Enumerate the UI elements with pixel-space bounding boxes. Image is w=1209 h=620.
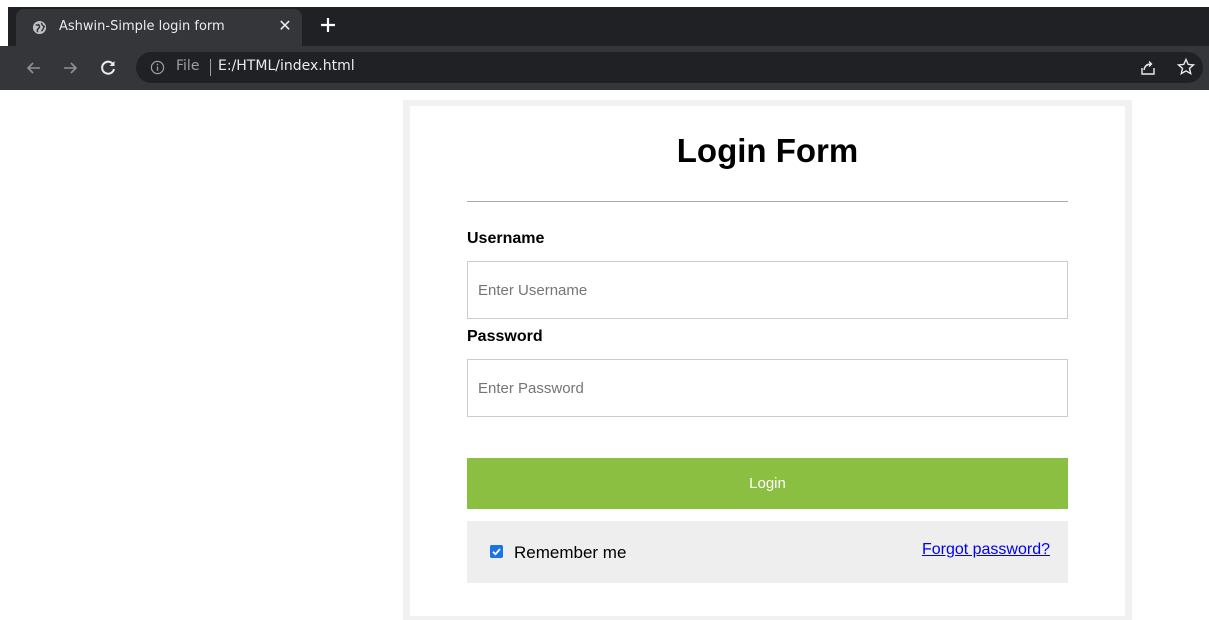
password-field-wrapper <box>467 359 1068 417</box>
forward-arrow-icon[interactable] <box>60 58 80 78</box>
page-title: Login Form <box>676 132 859 169</box>
login-button[interactable]: Login <box>467 458 1068 509</box>
back-arrow-icon[interactable] <box>24 58 44 78</box>
browser-toolbar: File E:/HTML/index.html <box>0 46 1209 90</box>
address-bar[interactable]: File E:/HTML/index.html <box>136 52 1203 83</box>
info-icon[interactable] <box>150 60 165 75</box>
close-icon[interactable]: ✕ <box>276 17 294 35</box>
divider <box>467 201 1068 202</box>
remember-row: Remember me Forgot password? <box>467 521 1068 583</box>
reload-icon[interactable] <box>98 58 118 78</box>
browser-tabstrip: Ashwin-Simple login form ✕ <box>0 0 1209 46</box>
bookmark-star-icon[interactable] <box>1176 57 1196 77</box>
remember-label[interactable]: Remember me <box>514 543 626 563</box>
share-icon[interactable] <box>1139 59 1157 77</box>
forgot-password-link[interactable]: Forgot password? <box>922 541 1050 559</box>
browser-tab[interactable]: Ashwin-Simple login form ✕ <box>16 9 302 46</box>
username-field-wrapper <box>467 261 1068 319</box>
username-label: Username <box>467 230 545 247</box>
username-input[interactable] <box>468 262 1067 318</box>
login-card: Login Form Username Password Login Remem… <box>403 100 1132 620</box>
tab-title: Ashwin-Simple login form <box>59 19 225 34</box>
password-input[interactable] <box>468 360 1067 416</box>
url-text[interactable]: E:/HTML/index.html <box>218 58 355 74</box>
password-label: Password <box>467 328 543 345</box>
login-form: Login Form Username Password Login Remem… <box>410 106 1125 616</box>
url-scheme-label: File <box>176 58 200 74</box>
remember-checkbox[interactable] <box>490 545 503 558</box>
url-separator <box>210 59 211 76</box>
globe-icon <box>32 20 47 35</box>
plus-icon[interactable] <box>315 12 341 38</box>
